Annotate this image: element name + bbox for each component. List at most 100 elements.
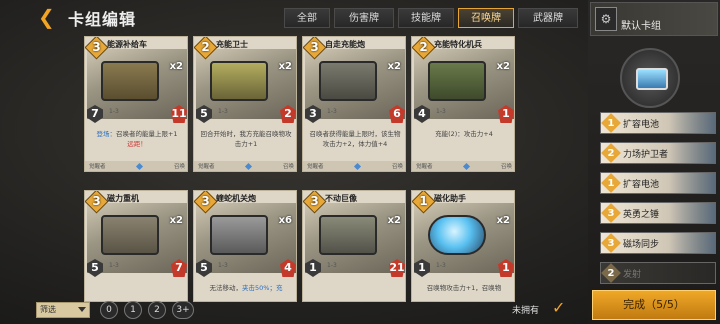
card-footer: 觉醒者 召唤 (303, 161, 405, 171)
card-footer: 觉醒者 召唤 (194, 161, 296, 171)
mech-art (428, 61, 486, 101)
slot-art (669, 143, 715, 163)
range-value: 1-3 (436, 108, 446, 115)
attack-icon: 1 (498, 259, 514, 277)
deck-editor-screen: ❮ 卡组编辑 全部 伤害牌 技能牌 召唤牌 武器牌 3 能源补给车 x2 7 1… (0, 0, 720, 324)
back-arrow-icon[interactable]: ❮ (38, 6, 62, 28)
card-count: x2 (387, 61, 401, 72)
slot-art (669, 113, 715, 133)
slot-name: 英勇之锤 (623, 210, 660, 220)
slot-cost: 2 (607, 268, 615, 279)
tab-summon[interactable]: 召唤牌 (458, 8, 514, 28)
slot-name: 发射 (623, 270, 642, 280)
type-diamond-icon (463, 162, 471, 170)
card-name: 不动巨像 (325, 194, 357, 203)
tab-weapon[interactable]: 武器牌 (518, 8, 578, 28)
done-button[interactable]: 完成（5/5） (592, 290, 716, 320)
slot-name: 力场护卫者 (623, 150, 669, 160)
cost-filter-2[interactable]: 2 (148, 301, 166, 319)
defense-shield-icon: 5 (196, 259, 212, 277)
card-auto-charge-cannon[interactable]: 3 自走充能炮 x2 3 1-3 6 召唤者获得能量上限时，该生物攻击力+2，体… (302, 36, 406, 172)
card-stats: 1 1-3 1 (412, 259, 514, 277)
deck-avatar-icon: ⚙ (595, 7, 617, 31)
defense-shield-icon: 1 (305, 259, 321, 277)
card-cost: 3 (92, 40, 101, 54)
attack-icon: 11 (171, 105, 187, 123)
card-stats: 1 1-3 21 (303, 259, 405, 277)
card-cost: 1 (419, 194, 428, 208)
card-count: x2 (496, 215, 510, 226)
mech-art (210, 215, 268, 255)
defense-shield-icon: 5 (87, 259, 103, 277)
deck-slot[interactable]: 3 磁场同步 (600, 232, 716, 254)
deck-cover-image (620, 48, 680, 108)
defense-shield-icon: 1 (414, 259, 430, 277)
card-name: 能源补给车 (107, 40, 147, 49)
card-name: 充能卫士 (216, 40, 248, 49)
defense-shield-icon: 3 (305, 105, 321, 123)
mech-art (428, 215, 486, 255)
card-count: x2 (169, 61, 183, 72)
card-count: x2 (496, 61, 510, 72)
mech-art (210, 61, 268, 101)
card-stats: 4 1-3 1 (412, 105, 514, 123)
card-description: 召唤者获得能量上限时，该生物攻击力+2，体力值+4 (309, 130, 401, 148)
mech-art (101, 215, 159, 255)
tab-all[interactable]: 全部 (284, 8, 330, 28)
range-value: 1-3 (218, 262, 228, 269)
slot-name: 扩容电池 (623, 180, 660, 190)
deck-slot[interactable]: 3 英勇之锤 (600, 202, 716, 224)
card-stats: 5 1-3 7 (85, 259, 187, 277)
filter-dropdown[interactable]: 筛选 (36, 302, 90, 318)
defense-shield-icon: 7 (87, 105, 103, 123)
card-name: 自走充能炮 (325, 40, 365, 49)
card-cost: 3 (201, 194, 210, 208)
defense-shield-icon: 4 (414, 105, 430, 123)
tab-skill[interactable]: 技能牌 (398, 8, 454, 28)
slot-art (669, 233, 715, 253)
card-cost: 3 (92, 194, 101, 208)
card-cost: 3 (310, 194, 319, 208)
card-grid: 3 能源补给车 x2 7 1-3 11 登场：召唤者的能量上限+1 远距！ 觉醒… (78, 36, 518, 302)
card-charge-mech-soldier[interactable]: 2 充能特化机兵 x2 4 1-3 1 充能(2)：攻击力+4 觉醒者 召唤 (411, 36, 515, 172)
slot-cost: 3 (607, 238, 615, 249)
attack-icon: 6 (389, 105, 405, 123)
deck-slot-locked[interactable]: 2 发射 (600, 262, 716, 284)
chevron-down-icon (78, 307, 86, 312)
card-footer: 觉醒者 召唤 (412, 161, 514, 171)
card-cost: 3 (310, 40, 319, 54)
deck-header[interactable]: ⚙ 默认卡组 (590, 2, 718, 36)
cost-filter-3-plus[interactable]: 3+ (172, 301, 194, 319)
range-value: 1-3 (327, 108, 337, 115)
card-name: 磁化助手 (434, 194, 466, 203)
card-count: x2 (278, 61, 292, 72)
type-diamond-icon (136, 162, 144, 170)
cost-filter-0[interactable]: 0 (100, 301, 118, 319)
deck-slot[interactable]: 2 力场护卫者 (600, 142, 716, 164)
card-magnetic-heavy-mech[interactable]: 3 磁力重机 x2 5 1-3 7 (84, 190, 188, 302)
card-immovable-colossus[interactable]: 3 不动巨像 x2 1 1-3 21 (302, 190, 406, 302)
card-description: 登场：召唤者的能量上限+1 远距！ (96, 130, 178, 148)
slot-art (669, 203, 715, 223)
deck-slot[interactable]: 1 扩容电池 (600, 112, 716, 134)
battery-icon (636, 68, 668, 90)
cost-filter-1[interactable]: 1 (124, 301, 142, 319)
range-value: 1-3 (109, 108, 119, 115)
slot-cost: 2 (607, 148, 615, 159)
tab-damage[interactable]: 伤害牌 (334, 8, 394, 28)
card-viper-autocannon[interactable]: 3 蝰蛇机关炮 x6 5 1-3 4 无法移动，夹击50%；充 (193, 190, 297, 302)
category-tabs: 全部 伤害牌 技能牌 召唤牌 武器牌 (284, 8, 578, 28)
range-value: 1-3 (218, 108, 228, 115)
card-footer: 觉醒者 召唤 (85, 161, 187, 171)
unowned-checkbox-check-icon[interactable]: ✓ (552, 300, 568, 316)
card-stats: 5 1-3 4 (194, 259, 296, 277)
card-charge-guard[interactable]: 2 充能卫士 x2 5 1-3 2 回合开始时，我方充能召唤物攻击力+1 觉醒者… (193, 36, 297, 172)
attack-icon: 7 (171, 259, 187, 277)
card-description: 无法移动，夹击50%；充 (209, 284, 283, 292)
slot-name: 磁场同步 (623, 240, 660, 250)
deck-slot[interactable]: 1 扩容电池 (600, 172, 716, 194)
card-magnetize-assistant[interactable]: 1 磁化助手 x2 1 1-3 1 召唤物攻击力+1，召唤物 (411, 190, 515, 302)
defense-shield-icon: 5 (196, 105, 212, 123)
type-diamond-icon (245, 162, 253, 170)
card-energy-supply-truck[interactable]: 3 能源补给车 x2 7 1-3 11 登场：召唤者的能量上限+1 远距！ 觉醒… (84, 36, 188, 172)
